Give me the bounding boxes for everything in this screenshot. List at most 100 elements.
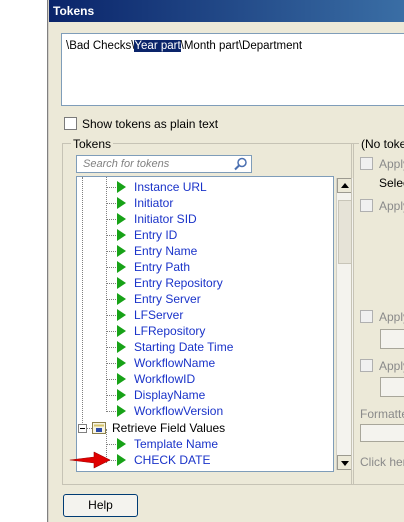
token-item[interactable]: LFServer [77,307,327,323]
search-icon[interactable] [234,157,248,171]
select-label: Selec [379,176,404,190]
token-item[interactable]: WorkflowVersion [77,403,327,419]
tokens-group-title: Tokens [71,137,114,151]
collapse-icon[interactable] [78,424,87,433]
field-folder-icon [92,422,106,434]
token-icon [117,454,126,466]
tree-connector [106,347,116,348]
token-icon [117,213,126,225]
token-item[interactable]: Entry ID [77,227,327,243]
apply-label-1: Apply [379,157,404,171]
token-icon [117,309,126,321]
token-path-text: \Bad Checks\Year part\Month part\Departm… [66,40,302,52]
token-label: Entry Name [134,244,198,258]
token-label: Template Name [134,437,219,451]
apply-label-3: Apply [379,310,404,324]
apply-checkbox-4[interactable] [360,359,373,372]
token-label: Entry ID [134,228,178,242]
tree-connector [106,315,116,316]
token-item[interactable]: WorkflowID [77,371,327,387]
token-icon [117,357,126,369]
token-label: Instance URL [134,180,207,194]
token-item[interactable]: Initiator SID [77,211,327,227]
path-after: \Month part\Department [180,40,303,52]
token-icon [117,197,126,209]
token-search-input[interactable]: Search for tokens [76,155,252,173]
token-item[interactable]: Instance URL [77,179,327,195]
token-item[interactable]: CHECK DATE [77,452,327,468]
token-label: Entry Server [134,292,201,306]
tree-connector [106,187,116,188]
token-label: WorkflowName [134,356,216,370]
tree-connector [106,299,116,300]
token-label: Entry Path [134,260,191,274]
tree-connector [106,444,116,445]
tree-connector [106,267,116,268]
tree-connector [106,235,116,236]
token-item[interactable]: Entry Server [77,291,327,307]
scroll-thumb[interactable] [338,200,352,264]
background-window [0,0,48,522]
tree-connector [106,331,116,332]
token-icon [117,181,126,193]
title-bar[interactable]: Tokens [49,0,404,22]
path-selected-token: Year part [134,40,181,52]
options-group-title: (No toker [359,137,404,151]
folder-label: Retrieve Field Values [112,421,226,435]
tree-connector [106,395,116,396]
click-here-label: Click here [360,455,404,469]
scroll-up-button[interactable] [337,178,352,193]
apply-checkbox-1[interactable] [360,157,373,170]
window-title: Tokens [53,4,95,18]
tree-connector [106,283,116,284]
scroll-down-button[interactable] [337,455,352,470]
tree-folder-retrieve-field-values[interactable]: Retrieve Field Values [77,420,327,436]
apply-checkbox-3[interactable] [360,310,373,323]
token-item[interactable]: Initiator [77,195,327,211]
token-label: LFServer [134,308,184,322]
apply-label-2: Apply [379,199,404,213]
apply-checkbox-2[interactable] [360,199,373,212]
tokens-dialog: Tokens \Bad Checks\Year part\Month part\… [49,0,404,522]
token-icon [117,293,126,305]
token-label: WorkflowID [134,372,196,386]
help-button[interactable]: Help [63,494,138,517]
token-label: LFRepository [134,324,206,338]
path-before: \Bad Checks\ [66,40,135,52]
tree-connector [106,251,116,252]
token-item[interactable]: DisplayName [77,387,327,403]
token-item[interactable]: Starting Date Time [77,339,327,355]
apply-label-4: Apply [379,359,404,373]
formatted-input[interactable] [360,424,404,442]
token-item[interactable]: Entry Name [77,243,327,259]
token-icon [117,389,126,401]
tree-connector [106,363,116,364]
token-item[interactable]: Entry Repository [77,275,327,291]
formatted-label: Formatted [360,407,404,421]
token-label: WorkflowVersion [134,404,224,418]
token-label: Initiator SID [134,212,197,226]
token-icon [117,373,126,385]
token-icon [117,405,126,417]
apply-input-1[interactable] [380,329,404,349]
token-icon [117,229,126,241]
plain-text-label: Show tokens as plain text [82,117,219,131]
token-icon [117,261,126,273]
arrow-down-icon [341,461,349,466]
tree-connector [106,203,116,204]
search-placeholder: Search for tokens [83,158,170,170]
token-item[interactable]: Template Name [77,436,327,452]
token-path-field[interactable]: \Bad Checks\Year part\Month part\Departm… [61,33,404,106]
token-label: Starting Date Time [134,340,234,354]
token-label: DisplayName [134,388,206,402]
apply-input-2[interactable] [380,377,404,397]
token-item[interactable]: Entry Path [77,259,327,275]
token-icon [117,277,126,289]
token-label: Entry Repository [134,276,223,290]
token-icon [117,245,126,257]
tokens-tree[interactable]: Instance URL Initiator Initiator SID Ent… [76,176,334,472]
token-item[interactable]: WorkflowName [77,355,327,371]
plain-text-checkbox[interactable] [64,117,77,130]
token-item[interactable]: LFRepository [77,323,327,339]
tree-connector [106,411,116,412]
